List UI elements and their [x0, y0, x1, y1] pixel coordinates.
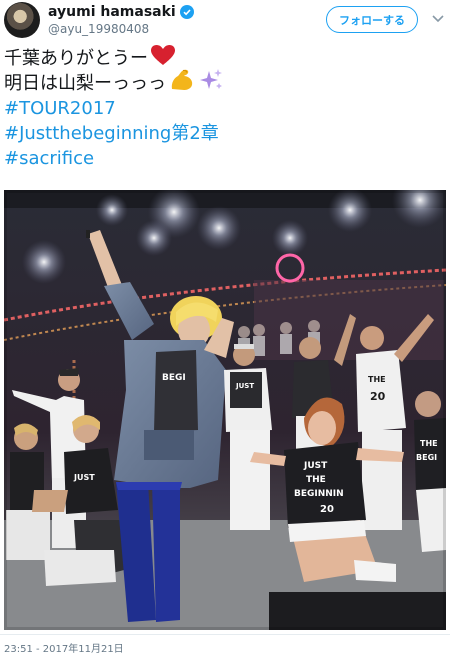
display-name-text[interactable]: ayumi hamasaki	[48, 4, 176, 20]
svg-text:BEGINNIN: BEGINNIN	[294, 489, 344, 499]
tweet-text: 千葉ありがとうー 明日は山梨ーっっっ #TOUR2017 #Justthebeg…	[4, 45, 444, 171]
svg-text:BEGI: BEGI	[416, 453, 437, 462]
user-handle[interactable]: @ayu_19980408	[48, 22, 194, 36]
svg-text:20: 20	[320, 504, 334, 515]
chevron-down-icon[interactable]	[430, 11, 446, 27]
tweet-line-2: 明日は山梨ーっっっ	[4, 68, 444, 99]
hashtag-justthebeginning[interactable]: #Justthebeginning第2章	[4, 121, 444, 146]
svg-text:20: 20	[370, 390, 386, 403]
concert-photo-illustration: JUST BEGI JUST THE 20 JUST THE BEGINNIN …	[4, 190, 446, 630]
svg-text:THE: THE	[420, 439, 438, 448]
tweet-timestamp[interactable]: 23:51 - 2017年11月21日	[4, 640, 124, 655]
hashtag-sacrifice[interactable]: #sacrifice	[4, 146, 444, 171]
flexed-biceps-icon	[168, 68, 196, 99]
singer-shirt-text: BEGI	[162, 373, 186, 383]
svg-text:THE: THE	[306, 475, 326, 485]
tweet-line-1-text: 千葉ありがとうー	[4, 48, 148, 69]
verified-badge-icon	[179, 5, 194, 19]
svg-text:JUST: JUST	[235, 382, 254, 390]
tweet-line-1: 千葉ありがとうー	[4, 45, 444, 71]
tweet-header: ayumi hamasaki @ayu_19980408 フォローする	[0, 0, 450, 44]
display-name[interactable]: ayumi hamasaki	[48, 4, 194, 20]
hashtag-tour2017[interactable]: #TOUR2017	[4, 96, 444, 121]
sparkles-icon	[198, 68, 224, 99]
svg-text:JUST: JUST	[73, 473, 95, 482]
user-info[interactable]: ayumi hamasaki @ayu_19980408	[48, 4, 194, 36]
tweet-photo[interactable]: JUST BEGI JUST THE 20 JUST THE BEGINNIN …	[4, 190, 446, 630]
follow-button[interactable]: フォローする	[326, 6, 418, 33]
tweet-line-2-text: 明日は山梨ーっっっ	[4, 73, 166, 94]
svg-text:THE: THE	[368, 375, 386, 384]
avatar[interactable]	[4, 2, 40, 38]
divider	[0, 634, 450, 635]
svg-text:JUST: JUST	[303, 461, 328, 471]
